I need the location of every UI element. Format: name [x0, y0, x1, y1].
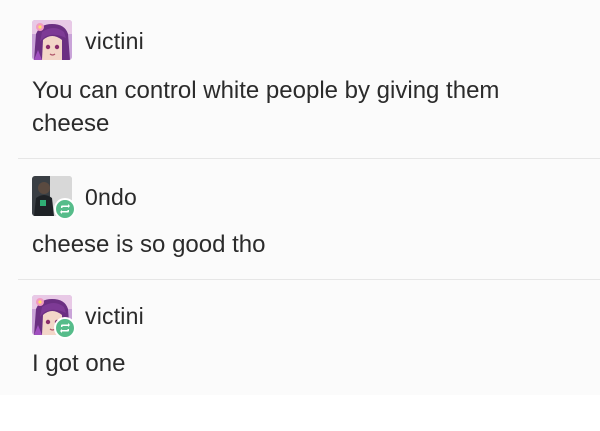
post-body-text: I got one [32, 350, 126, 377]
post-username[interactable]: victini [85, 28, 144, 55]
thread-post: victini I got one [0, 280, 600, 395]
thread-post: 0ndo cheese is so good tho [0, 159, 600, 279]
post-username[interactable]: 0ndo [85, 184, 137, 211]
reblog-thread: victini You can control white people by … [0, 0, 600, 395]
anime-avatar-icon[interactable] [32, 295, 76, 339]
post-header: 0ndo [32, 176, 432, 220]
post-header: victini [32, 20, 432, 64]
post-body-text: You can control white people by giving t… [32, 77, 500, 137]
reblog-icon [54, 198, 76, 220]
post-body-text: cheese is so good tho [32, 231, 266, 258]
thread-post: victini You can control white people by … [0, 0, 600, 158]
reblog-icon [54, 317, 76, 339]
anime-avatar-icon[interactable] [32, 20, 72, 60]
photo-avatar-icon[interactable] [32, 176, 76, 220]
post-username[interactable]: victini [85, 303, 144, 330]
post-header: victini [32, 295, 432, 339]
